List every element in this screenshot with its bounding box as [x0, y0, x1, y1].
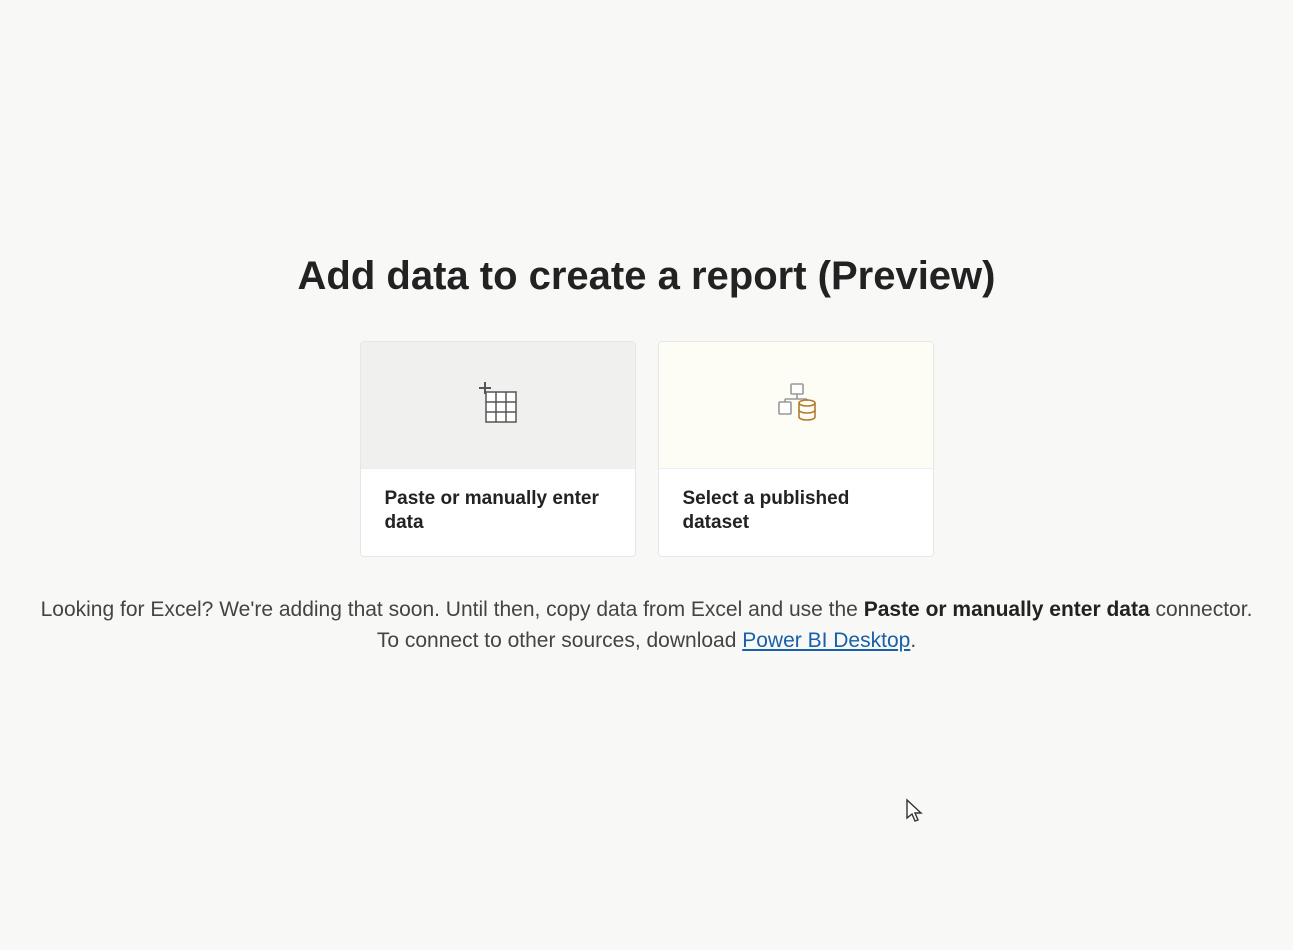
power-bi-desktop-link[interactable]: Power BI Desktop	[742, 629, 910, 652]
paste-data-label: Paste or manually enter data	[361, 469, 635, 556]
table-plus-icon	[474, 378, 522, 431]
paste-data-card[interactable]: Paste or manually enter data	[360, 341, 636, 557]
paste-data-icon-area	[361, 342, 635, 469]
select-dataset-card[interactable]: Select a published dataset	[658, 341, 934, 557]
helper-part1: Looking for Excel? We're adding that soo…	[41, 598, 864, 621]
helper-part3: .	[910, 629, 916, 652]
add-data-container: Add data to create a report (Preview)	[0, 254, 1293, 656]
select-dataset-label: Select a published dataset	[659, 469, 933, 556]
helper-text: Looking for Excel? We're adding that soo…	[30, 595, 1263, 656]
cards-row: Paste or manually enter data	[360, 341, 934, 557]
cursor-icon	[905, 798, 925, 829]
dataset-icon	[769, 375, 823, 434]
select-dataset-icon-area	[659, 342, 933, 469]
helper-bold: Paste or manually enter data	[864, 598, 1150, 621]
page-title: Add data to create a report (Preview)	[298, 254, 996, 299]
